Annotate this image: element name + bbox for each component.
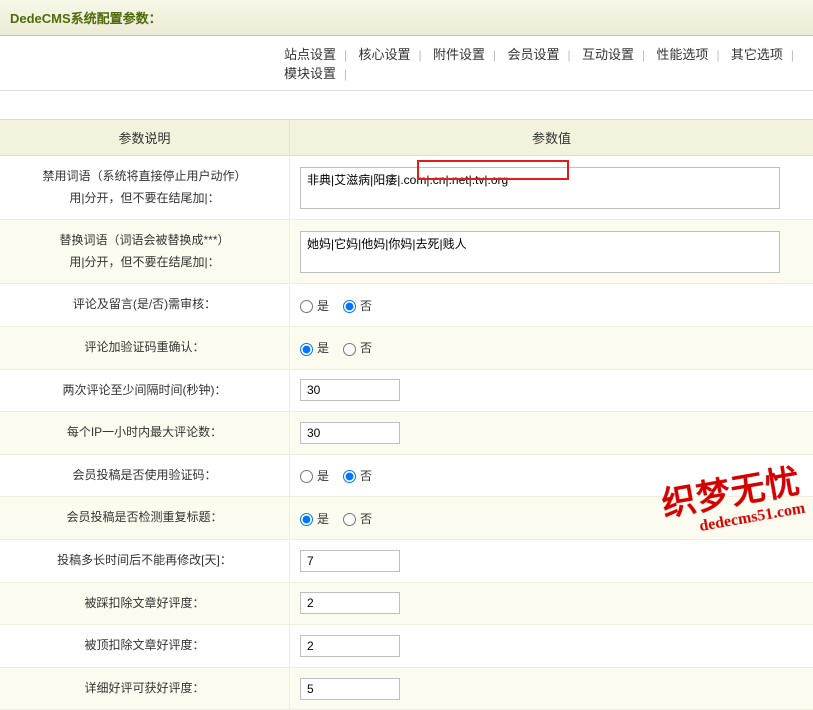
upvote-deduct-input[interactable]: [300, 635, 400, 657]
tab-core[interactable]: 核心设置: [354, 44, 414, 63]
row-label: 被顶扣除文章好评度：: [0, 625, 290, 667]
radio-yes-text: 是: [317, 299, 329, 313]
tab-performance[interactable]: 性能选项: [652, 44, 712, 63]
tab-site[interactable]: 站点设置: [280, 44, 340, 63]
radio-yes-label[interactable]: 是: [300, 339, 329, 356]
radio-no[interactable]: [343, 300, 356, 313]
row-value-cell: [290, 668, 813, 710]
row-value-cell: 是 否: [290, 497, 813, 539]
row-downvote-deduct: 被踩扣除文章好评度：: [0, 583, 813, 626]
row-label: 投稿多长时间后不能再修改[天]：: [0, 540, 290, 582]
radio-no-text: 否: [360, 299, 372, 313]
radio-no-label[interactable]: 否: [343, 297, 372, 314]
row-value-cell: [290, 583, 813, 625]
page-header: DedeCMS系统配置参数：: [0, 0, 813, 36]
row-upvote-deduct: 被顶扣除文章好评度：: [0, 625, 813, 668]
edit-deadline-input[interactable]: [300, 550, 400, 572]
row-label: 替换词语（词语会被替换成***） 用|分开，但不要在结尾加|：: [0, 220, 290, 283]
ip-max-comments-input[interactable]: [300, 422, 400, 444]
row-member-dup-title: 会员投稿是否检测重复标题： 是 否: [0, 497, 813, 540]
comment-interval-input[interactable]: [300, 379, 400, 401]
tab-member[interactable]: 会员设置: [503, 44, 563, 63]
page-title: DedeCMS系统配置参数：: [10, 11, 162, 26]
radio-no-text: 否: [360, 469, 372, 483]
tab-module[interactable]: 模块设置: [280, 63, 340, 82]
row-value-cell: 是 否: [290, 284, 813, 326]
row-edit-deadline: 投稿多长时间后不能再修改[天]：: [0, 540, 813, 583]
row-label: 详细好评可获好评度：: [0, 668, 290, 710]
radio-yes-label[interactable]: 是: [300, 297, 329, 314]
radio-yes-text: 是: [317, 469, 329, 483]
row-label: 评论及留言(是/否)需审核：: [0, 284, 290, 326]
row-label: 每个IP一小时内最大评论数：: [0, 412, 290, 454]
radio-yes-text: 是: [317, 341, 329, 355]
row-value-cell: [290, 156, 813, 219]
label-line2: 用|分开，但不要在结尾加|：: [69, 188, 219, 210]
radio-yes[interactable]: [300, 513, 313, 526]
row-banned-words: 禁用词语（系统将直接停止用户动作） 用|分开，但不要在结尾加|：: [0, 156, 813, 220]
radio-yes-label[interactable]: 是: [300, 510, 329, 527]
radio-no[interactable]: [343, 470, 356, 483]
radio-yes[interactable]: [300, 300, 313, 313]
row-label: 两次评论至少间隔时间(秒钟)：: [0, 370, 290, 412]
column-value-header: 参数值: [290, 120, 813, 155]
radio-yes[interactable]: [300, 343, 313, 356]
radio-yes-label[interactable]: 是: [300, 467, 329, 484]
tab-sep: |: [563, 48, 574, 62]
row-replace-words: 替换词语（词语会被替换成***） 用|分开，但不要在结尾加|：: [0, 220, 813, 284]
column-label-header: 参数说明: [0, 120, 290, 155]
row-value-cell: 是 否: [290, 455, 813, 497]
row-comment-interval: 两次评论至少间隔时间(秒钟)：: [0, 370, 813, 413]
downvote-deduct-input[interactable]: [300, 592, 400, 614]
tab-attachment[interactable]: 附件设置: [429, 44, 489, 63]
row-label: 被踩扣除文章好评度：: [0, 583, 290, 625]
detail-review-gain-input[interactable]: [300, 678, 400, 700]
row-label: 会员投稿是否使用验证码：: [0, 455, 290, 497]
row-label: 会员投稿是否检测重复标题：: [0, 497, 290, 539]
tab-sep: |: [638, 48, 649, 62]
radio-no-label[interactable]: 否: [343, 467, 372, 484]
label-line1: 替换词语（词语会被替换成***）: [59, 230, 229, 252]
radio-yes[interactable]: [300, 470, 313, 483]
banned-words-textarea[interactable]: [300, 167, 780, 209]
row-value-cell: [290, 370, 813, 412]
radio-no-label[interactable]: 否: [343, 510, 372, 527]
radio-yes-text: 是: [317, 512, 329, 526]
row-value-cell: 是 否: [290, 327, 813, 369]
column-header-row: 参数说明 参数值: [0, 119, 813, 156]
row-value-cell: [290, 220, 813, 283]
row-member-post-captcha: 会员投稿是否使用验证码： 是 否: [0, 455, 813, 498]
tab-interaction[interactable]: 互动设置: [578, 44, 638, 63]
tab-sep: |: [489, 48, 500, 62]
row-captcha-confirm: 评论加验证码重确认： 是 否: [0, 327, 813, 370]
tab-bar: 站点设置| 核心设置| 附件设置| 会员设置| 互动设置| 性能选项| 其它选项…: [0, 36, 813, 91]
tab-sep: |: [340, 48, 351, 62]
row-label: 禁用词语（系统将直接停止用户动作） 用|分开，但不要在结尾加|：: [0, 156, 290, 219]
label-line2: 用|分开，但不要在结尾加|：: [69, 252, 219, 274]
tab-sep: |: [340, 67, 351, 81]
tab-other[interactable]: 其它选项: [727, 44, 787, 63]
row-value-cell: [290, 540, 813, 582]
radio-no[interactable]: [343, 343, 356, 356]
row-value-cell: [290, 625, 813, 667]
row-label: 评论加验证码重确认：: [0, 327, 290, 369]
radio-no-label[interactable]: 否: [343, 339, 372, 356]
radio-no-text: 否: [360, 341, 372, 355]
radio-no[interactable]: [343, 513, 356, 526]
row-detail-review-gain: 详细好评可获好评度：: [0, 668, 813, 710]
row-value-cell: [290, 412, 813, 454]
label-line1: 禁用词语（系统将直接停止用户动作）: [42, 166, 246, 188]
tab-sep: |: [712, 48, 723, 62]
row-ip-max-comments: 每个IP一小时内最大评论数：: [0, 412, 813, 455]
radio-no-text: 否: [360, 512, 372, 526]
tab-sep: |: [787, 48, 798, 62]
replace-words-textarea[interactable]: [300, 231, 780, 273]
tab-sep: |: [415, 48, 426, 62]
row-comment-review: 评论及留言(是/否)需审核： 是 否: [0, 284, 813, 327]
